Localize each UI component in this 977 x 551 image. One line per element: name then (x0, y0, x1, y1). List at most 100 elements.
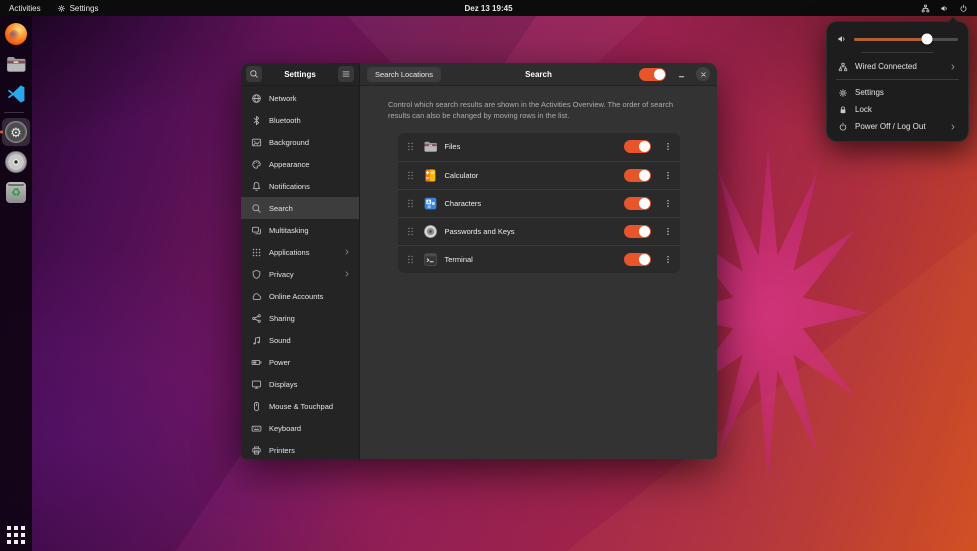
clock[interactable]: Dez 13 19:45 (464, 4, 512, 13)
search-panel: Control which search results are shown i… (360, 86, 717, 459)
sidebar-item-label: Mouse & Touchpad (269, 402, 333, 411)
window-title: Settings (266, 70, 334, 79)
search-description: Control which search results are shown i… (388, 99, 689, 122)
show-applications-button[interactable] (7, 526, 25, 544)
dock-item-files[interactable] (4, 52, 28, 76)
chevron-right-icon (949, 63, 957, 71)
battery-icon (251, 357, 262, 368)
image-icon (251, 137, 262, 148)
sidebar-item-online-accounts[interactable]: Online Accounts (241, 285, 359, 307)
sidebar-item-label: Bluetooth (269, 116, 301, 125)
dock-item-settings[interactable] (4, 120, 28, 144)
sidebar-item-printers[interactable]: Printers (241, 439, 359, 459)
search-row-toggle[interactable] (624, 140, 651, 153)
sidebar-item-label: Notifications (269, 182, 310, 191)
sidebar-item-applications[interactable]: Applications (241, 241, 359, 263)
sidebar-item-network[interactable]: Network (241, 87, 359, 109)
content-headerbar: Search Locations Search (360, 63, 717, 86)
search-row-toggle[interactable] (624, 253, 651, 266)
kebab-menu-icon[interactable] (663, 140, 673, 153)
sidebar-item-privacy[interactable]: Privacy (241, 263, 359, 285)
network-tree-icon (838, 62, 848, 72)
search-row-toggle[interactable] (624, 197, 651, 210)
volume-slider-knob[interactable] (921, 34, 932, 45)
shield-icon (251, 269, 262, 280)
sidebar-item-label: Background (269, 138, 309, 147)
gear-icon (57, 4, 66, 13)
sidebar-item-background[interactable]: Background (241, 131, 359, 153)
panel-search-button[interactable] (246, 66, 262, 82)
menu-item-settings[interactable]: Settings (833, 84, 962, 101)
sidebar-item-label: Network (269, 94, 297, 103)
menu-item-wired-connected[interactable]: Wired Connected (833, 58, 962, 75)
menu-item-lock[interactable]: Lock (833, 101, 962, 118)
drag-handle-icon[interactable] (405, 140, 416, 153)
sidebar-item-multitasking[interactable]: Multitasking (241, 219, 359, 241)
focused-app-menu[interactable]: Settings (57, 4, 99, 13)
sidebar-item-power[interactable]: Power (241, 351, 359, 373)
sidebar-item-label: Sound (269, 336, 291, 345)
sidebar-item-label: Privacy (269, 270, 294, 279)
kebab-menu-icon[interactable] (663, 197, 673, 210)
system-tray-menu-button[interactable] (921, 4, 968, 13)
sidebar-item-sound[interactable]: Sound (241, 329, 359, 351)
search-master-toggle[interactable] (639, 68, 666, 81)
dock-item-media[interactable] (4, 150, 28, 174)
network-tree-icon (921, 4, 930, 13)
search-row-label: Calculator (445, 171, 479, 180)
minimize-button[interactable] (674, 67, 688, 81)
sidebar-item-label: Search (269, 204, 293, 213)
globe-icon (251, 93, 262, 104)
menu-item-label: Wired Connected (855, 62, 917, 71)
kebab-menu-icon[interactable] (663, 169, 673, 182)
primary-menu-button[interactable] (338, 66, 354, 82)
sidebar-item-displays[interactable]: Displays (241, 373, 359, 395)
drag-handle-icon[interactable] (405, 253, 416, 266)
focused-app-label: Settings (70, 4, 99, 13)
panel-title: Search (525, 70, 552, 79)
dock-item-vscode[interactable] (4, 82, 28, 106)
dock-item-firefox[interactable] (4, 22, 28, 46)
volume-slider[interactable] (854, 38, 958, 41)
volume-row (833, 30, 962, 48)
share-icon (251, 313, 262, 324)
sidebar-item-search[interactable]: Search (241, 197, 359, 219)
drag-handle-icon[interactable] (405, 225, 416, 238)
drag-handle-icon[interactable] (405, 169, 416, 182)
settings-gear-icon (5, 121, 27, 143)
menu-item-power-off-log-out[interactable]: Power Off / Log Out (833, 118, 962, 135)
sidebar-item-appearance[interactable]: Appearance (241, 153, 359, 175)
chevron-right-icon (343, 270, 351, 278)
divider (836, 79, 959, 80)
search-row-toggle[interactable] (624, 225, 651, 238)
app-passwords-icon (423, 224, 438, 239)
dock-separator (4, 112, 24, 113)
display-icon (251, 379, 262, 390)
dock (0, 16, 32, 551)
search-icon (251, 203, 262, 214)
sidebar-item-label: Keyboard (269, 424, 301, 433)
drag-handle-icon[interactable] (405, 197, 416, 210)
window-titlebar[interactable]: Settings Search Locations Search (241, 63, 717, 86)
search-locations-button[interactable]: Search Locations (367, 67, 441, 82)
sidebar-item-bluetooth[interactable]: Bluetooth (241, 109, 359, 131)
sidebar-item-keyboard[interactable]: Keyboard (241, 417, 359, 439)
vscode-icon (5, 83, 27, 105)
sidebar-item-mouse-touchpad[interactable]: Mouse & Touchpad (241, 395, 359, 417)
sidebar-item-label: Sharing (269, 314, 295, 323)
keyboard-icon (251, 423, 262, 434)
gear-icon (838, 88, 848, 98)
close-button[interactable] (696, 67, 710, 81)
search-row-label: Passwords and Keys (445, 227, 515, 236)
dock-item-trash[interactable] (4, 180, 28, 204)
kebab-menu-icon[interactable] (663, 225, 673, 238)
menu-item-label: Power Off / Log Out (855, 122, 926, 131)
files-app-icon (5, 53, 27, 75)
activities-button[interactable]: Activities (9, 4, 41, 13)
kebab-menu-icon[interactable] (663, 253, 673, 266)
sidebar-item-notifications[interactable]: Notifications (241, 175, 359, 197)
sidebar-item-sharing[interactable]: Sharing (241, 307, 359, 329)
minimize-icon (677, 70, 686, 79)
sidebar-item-label: Displays (269, 380, 297, 389)
search-row-toggle[interactable] (624, 169, 651, 182)
